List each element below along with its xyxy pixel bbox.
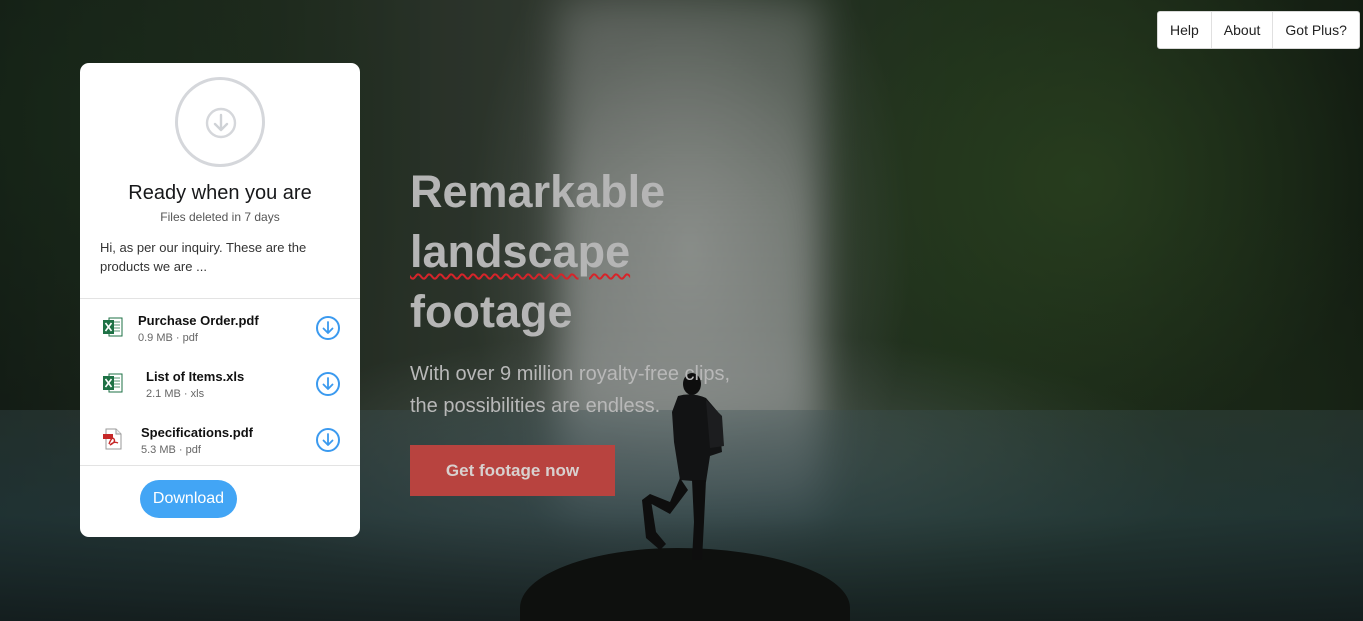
file-type: xls	[190, 388, 205, 400]
file-item: Specifications.pdf 5.3 MB · pdf	[80, 411, 360, 465]
hero-title-line3: footage	[410, 286, 573, 337]
excel-file-icon	[103, 373, 123, 393]
excel-file-icon	[103, 317, 123, 337]
get-footage-button[interactable]: Get footage now	[410, 445, 615, 496]
pdf-file-icon	[103, 428, 122, 450]
file-size: 5.3 MB	[141, 444, 176, 456]
divider	[80, 465, 360, 466]
hero-subtitle: With over 9 million royalty-free clips, …	[410, 358, 830, 422]
file-item: Purchase Order.pdf 0.9 MB · pdf	[80, 299, 360, 355]
file-name: Purchase Order.pdf	[138, 313, 259, 328]
file-name: List of Items.xls	[146, 369, 245, 384]
meta-separator: ·	[178, 444, 183, 456]
file-type: pdf	[182, 332, 198, 344]
meta-separator: ·	[183, 388, 188, 400]
file-download-button[interactable]	[316, 428, 340, 452]
hero-title-line1: Remarkable	[410, 166, 666, 217]
file-size: 2.1 MB	[146, 388, 181, 400]
file-meta: 5.3 MB · pdf	[141, 444, 201, 456]
file-list: Purchase Order.pdf 0.9 MB · pdf List of …	[80, 299, 360, 465]
hero-title-line2: landscape	[410, 226, 631, 277]
download-icon	[175, 77, 265, 167]
file-download-button[interactable]	[316, 316, 340, 340]
card-title: Ready when you are	[128, 182, 312, 204]
arrow-down-icon	[322, 321, 334, 334]
file-name: Specifications.pdf	[141, 425, 253, 440]
hero: Remarkable landscape footage With over 9…	[410, 162, 830, 496]
help-link[interactable]: Help	[1158, 12, 1211, 48]
hero-subtitle-line2: the possibilities are endless.	[410, 395, 661, 417]
meta-separator: ·	[175, 332, 180, 344]
hero-subtitle-line1: With over 9 million royalty-free clips,	[410, 363, 731, 385]
file-meta: 2.1 MB · xls	[146, 388, 204, 400]
file-meta: 0.9 MB · pdf	[138, 332, 198, 344]
file-size: 0.9 MB	[138, 332, 173, 344]
transfer-card: Ready when you are Files deleted in 7 da…	[80, 63, 360, 537]
file-type: pdf	[185, 444, 201, 456]
arrow-down-icon	[322, 377, 334, 390]
got-plus-link[interactable]: Got Plus?	[1272, 12, 1358, 48]
file-item: List of Items.xls 2.1 MB · xls	[80, 355, 360, 411]
arrow-down-icon	[322, 433, 334, 446]
card-message: Hi, as per our inquiry. These are the pr…	[100, 240, 307, 274]
top-menu: Help About Got Plus?	[1157, 11, 1360, 49]
card-subtitle: Files deleted in 7 days	[160, 210, 280, 224]
download-button[interactable]: Download	[140, 480, 237, 518]
hero-title: Remarkable landscape footage	[410, 162, 830, 342]
about-link[interactable]: About	[1210, 12, 1273, 48]
file-download-button[interactable]	[316, 372, 340, 396]
